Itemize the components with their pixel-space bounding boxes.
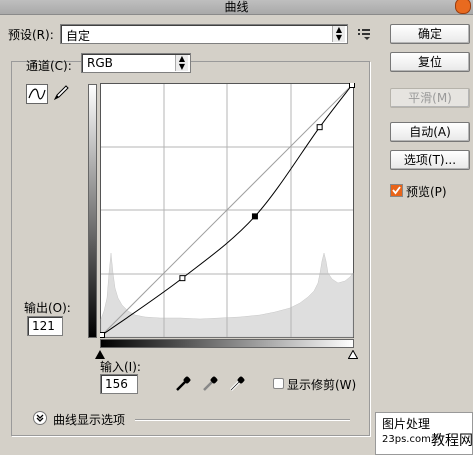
curve-point[interactable] (316, 124, 323, 131)
curve-point[interactable] (349, 83, 355, 88)
watermark-line3: 教程网 (431, 433, 473, 449)
curve-point[interactable] (100, 332, 105, 338)
preset-value: 自定 (66, 29, 91, 43)
eyedropper-white-icon[interactable] (228, 375, 246, 393)
select-arrows-icon: ▲ ▼ (332, 26, 345, 42)
preview-checkbox[interactable] (390, 184, 403, 197)
watermark-line1: 图片处理 (382, 417, 431, 431)
input-gradient-bar (100, 339, 354, 348)
auto-button[interactable]: 自动(A) (390, 122, 470, 142)
ok-button[interactable]: 确定 (390, 24, 470, 44)
close-button[interactable] (455, 0, 471, 14)
watermark-line2: 23ps.com (382, 434, 431, 445)
select-arrows-icon: ▲ ▼ (175, 55, 188, 71)
curve-point[interactable] (179, 275, 186, 282)
white-point-slider[interactable] (347, 348, 359, 359)
title-bar: 曲线 (0, 0, 473, 15)
options-divider (135, 419, 350, 420)
watermark: 图片处理 23ps.com 教程网 (375, 412, 473, 455)
chevron-expand-icon (36, 414, 44, 422)
reset-button[interactable]: 复位 (390, 52, 470, 72)
preset-menu-icon[interactable] (358, 27, 372, 41)
curve-tool-icon[interactable] (26, 84, 48, 104)
preview-label: 预览(P) (406, 185, 447, 199)
expand-options-button[interactable] (33, 411, 47, 425)
channel-select[interactable]: RGB ▲ ▼ (81, 53, 191, 73)
smooth-button[interactable]: 平滑(M) (390, 88, 470, 108)
options-button[interactable]: 选项(T)... (390, 150, 470, 170)
checkmark-icon (391, 185, 402, 196)
input-field[interactable]: 156 (100, 374, 138, 394)
black-point-slider[interactable] (95, 348, 105, 359)
curve-display-options-label: 曲线显示选项 (53, 413, 126, 427)
output-field[interactable]: 121 (27, 316, 63, 336)
window-title: 曲线 (224, 0, 249, 14)
pencil-icon[interactable] (52, 84, 70, 102)
show-clipping-label: 显示修剪(W) (287, 378, 357, 392)
preset-select[interactable]: 自定 ▲ ▼ (60, 24, 348, 44)
output-label: 输出(O): (24, 301, 71, 315)
input-label: 输入(I): (100, 360, 141, 374)
eyedropper-gray-icon[interactable] (201, 375, 219, 393)
eyedropper-black-icon[interactable] (174, 375, 192, 393)
channel-label: 通道(C): (26, 59, 72, 73)
channel-value: RGB (87, 56, 113, 70)
preset-label: 预设(R): (8, 28, 54, 42)
curve-graph[interactable] (100, 83, 355, 339)
show-clipping-checkbox[interactable] (273, 378, 284, 389)
output-gradient-bar (88, 84, 97, 338)
curve-point-selected[interactable] (251, 213, 258, 220)
